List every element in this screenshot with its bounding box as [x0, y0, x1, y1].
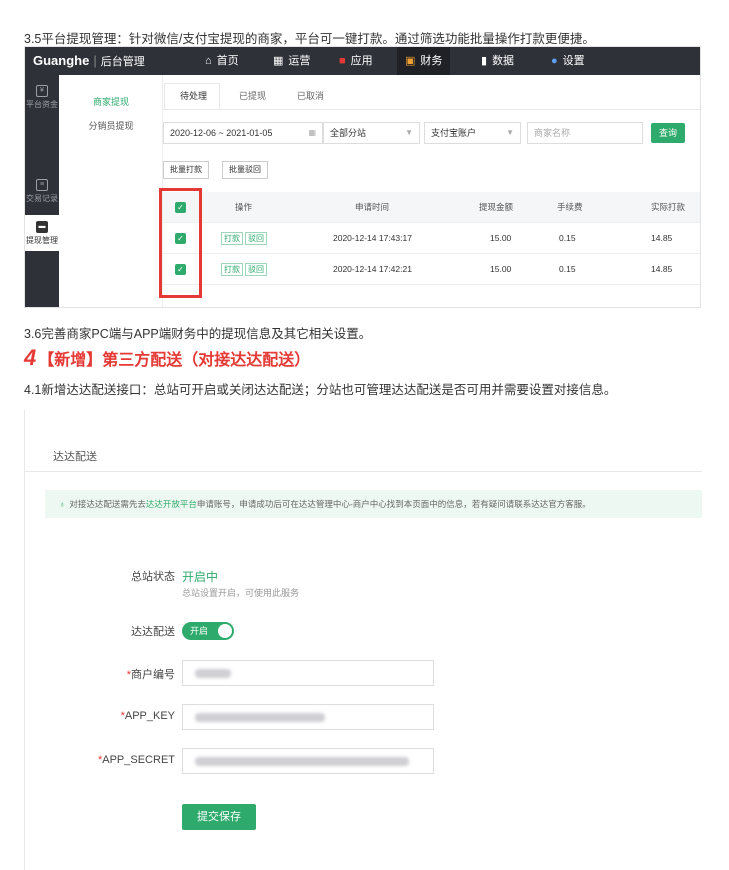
actual-pay: 14.85: [651, 233, 673, 243]
col-time: 申请时间: [355, 202, 390, 212]
query-button[interactable]: 查询: [651, 123, 685, 143]
withdrawal-screenshot: Guanghe | 后台管理 ⌂ 首页 ▦ 运营 ■ 应用 ▣ 财务 ▮ 数据 ● 设置 ¥ 平台…: [24, 46, 701, 308]
section-title: 【新增】第三方配送（对接达达配送）: [38, 352, 311, 369]
pay-button[interactable]: 打款: [221, 263, 243, 276]
row-checkbox[interactable]: ✓: [175, 264, 186, 275]
sidebar-item-withdrawals[interactable]: ▬ 提现管理: [25, 215, 59, 251]
table-header: ✓ 操作 申请时间 提现金额 手续费 实际打款: [163, 192, 700, 223]
fee: 0.15: [559, 264, 576, 274]
data-icon: ▮: [481, 55, 488, 67]
dada-settings-screenshot: 达达配送 ♁ 对接达达配送需先去达达开放平台申请账号，申请成功后可在达达管理中心-…: [24, 410, 702, 870]
nav-data[interactable]: ▮ 数据: [473, 47, 522, 75]
nav-settings[interactable]: ● 设置: [543, 47, 593, 75]
tab-divider: [163, 109, 700, 110]
section-4-heading: 4 【新增】第三方配送（对接达达配送）: [24, 345, 310, 371]
calendar-icon: ▦: [308, 128, 316, 137]
lightbulb-icon: ♁: [59, 499, 66, 509]
amount: 15.00: [490, 233, 512, 243]
tab-pending[interactable]: 待处理: [180, 89, 208, 104]
sidebar-item-platform-funds[interactable]: ¥ 平台资金: [25, 81, 59, 115]
logo-text: Guanghe: [33, 53, 90, 68]
account-select[interactable]: 支付宝账户 ▼: [424, 122, 521, 144]
merchant-id-input[interactable]: [182, 660, 434, 686]
tab-withdrawn[interactable]: 已提现: [239, 89, 266, 102]
page-title: 达达配送: [53, 451, 97, 463]
bulk-pay-button[interactable]: 批量打款: [163, 161, 209, 179]
col-amount: 提现金额: [479, 202, 514, 212]
doc-icon: ≡: [36, 179, 48, 191]
left-sidebar: ¥ 平台资金 ≡ 交易记录 ▬ 提现管理: [25, 75, 59, 307]
yen-icon: ¥: [36, 85, 48, 97]
status-value: 开启中: [182, 570, 219, 584]
amount: 15.00: [490, 264, 512, 274]
fee: 0.15: [559, 233, 576, 243]
actual-pay: 14.85: [651, 264, 673, 274]
apps-icon: ■: [339, 55, 346, 67]
app-key-label: *APP_KEY: [120, 710, 175, 722]
nav-apps[interactable]: ■ 应用: [331, 47, 381, 75]
apply-time: 2020-12-14 17:42:21: [333, 264, 412, 274]
date-range-picker[interactable]: 2020-12-06 ~ 2021-01-05 ▦: [163, 122, 323, 144]
merchant-id-label: *商户编号: [126, 669, 175, 681]
reject-button[interactable]: 驳回: [245, 263, 267, 276]
app-secret-input[interactable]: [182, 748, 434, 774]
col-fee: 手续费: [557, 202, 583, 212]
home-icon: ⌂: [205, 55, 212, 67]
toggle-label: 达达配送: [131, 626, 175, 638]
toggle-text: 开启: [190, 626, 209, 636]
app-secret-label: *APP_SECRET: [97, 754, 175, 766]
settings-icon: ●: [551, 55, 558, 67]
title-divider: [25, 471, 702, 472]
subnav-merchant-withdraw[interactable]: 商家提现: [59, 95, 163, 108]
chevron-down-icon: ▼: [405, 128, 413, 137]
toggle-knob: [218, 624, 232, 638]
notice-bar: ♁ 对接达达配送需先去达达开放平台申请账号，申请成功后可在达达管理中心-商户中心找…: [45, 490, 702, 518]
logo-subtitle: 后台管理: [100, 56, 145, 68]
merchant-name-input[interactable]: 商家名称: [527, 122, 643, 144]
select-all-checkbox[interactable]: ✓: [175, 202, 186, 213]
chart-icon: ▦: [273, 55, 284, 67]
section-4-1-body: 总站可开启或关闭达达配送；分站也可管理达达配送是否可用并需要设置对接信息。: [153, 383, 617, 397]
intro-text: 3.5平台提现管理：针对微信/支付宝提现的商家，平台可一键打款。通过筛选功能批量…: [24, 32, 595, 46]
status-hint: 总站设置开启，可使用此服务: [182, 588, 300, 598]
chevron-down-icon: ▼: [506, 128, 514, 137]
logo: Guanghe | 后台管理: [33, 53, 145, 68]
status-label: 总站状态: [131, 571, 175, 583]
section-4-1-lead: 4.1新增达达配送接口：: [24, 383, 154, 397]
nav-home[interactable]: ⌂ 首页: [197, 47, 247, 75]
finance-icon: ▣: [405, 55, 416, 67]
dada-platform-link[interactable]: 达达开放平台: [146, 499, 197, 509]
table-row: ✓ 打款 驳回 2020-12-14 17:42:21 15.00 0.15 14…: [163, 254, 700, 285]
section-3-6-text: 3.6完善商家PC端与APP端财务中的提现信息及其它相关设置。: [24, 327, 372, 341]
row-checkbox[interactable]: ✓: [175, 233, 186, 244]
table-row: ✓ 打款 驳回 2020-12-14 17:43:17 15.00 0.15 14…: [163, 223, 700, 254]
nav-finance[interactable]: ▣ 财务: [397, 47, 451, 75]
tab-cancelled[interactable]: 已取消: [297, 89, 324, 102]
nav-operations[interactable]: ▦ 运营: [265, 47, 318, 75]
col-actual: 实际打款: [651, 202, 686, 212]
section-4-1-text: 4.1新增达达配送接口：总站可开启或关闭达达配送；分站也可管理达达配送是否可用并…: [24, 379, 704, 401]
submit-save-button[interactable]: 提交保存: [182, 804, 256, 830]
col-actions: 操作: [235, 202, 253, 212]
sub-sidebar: 商家提现 分销员提现: [59, 75, 163, 307]
pay-button[interactable]: 打款: [221, 232, 243, 245]
section-number: 4: [24, 345, 37, 370]
bulk-reject-button[interactable]: 批量驳回: [222, 161, 268, 179]
app-key-input[interactable]: [182, 704, 434, 730]
top-navbar: Guanghe | 后台管理 ⌂ 首页 ▦ 运营 ■ 应用 ▣ 财务 ▮ 数据 ● 设置: [25, 47, 700, 75]
sidebar-item-transactions[interactable]: ≡ 交易记录: [25, 175, 59, 209]
reject-button[interactable]: 驳回: [245, 232, 267, 245]
subnav-distributor-withdraw[interactable]: 分销员提现: [59, 119, 163, 132]
branch-select[interactable]: 全部分站 ▼: [323, 122, 420, 144]
apply-time: 2020-12-14 17:43:17: [333, 233, 412, 243]
wallet-icon: ▬: [36, 221, 48, 233]
dada-toggle-switch[interactable]: 开启: [182, 622, 234, 640]
